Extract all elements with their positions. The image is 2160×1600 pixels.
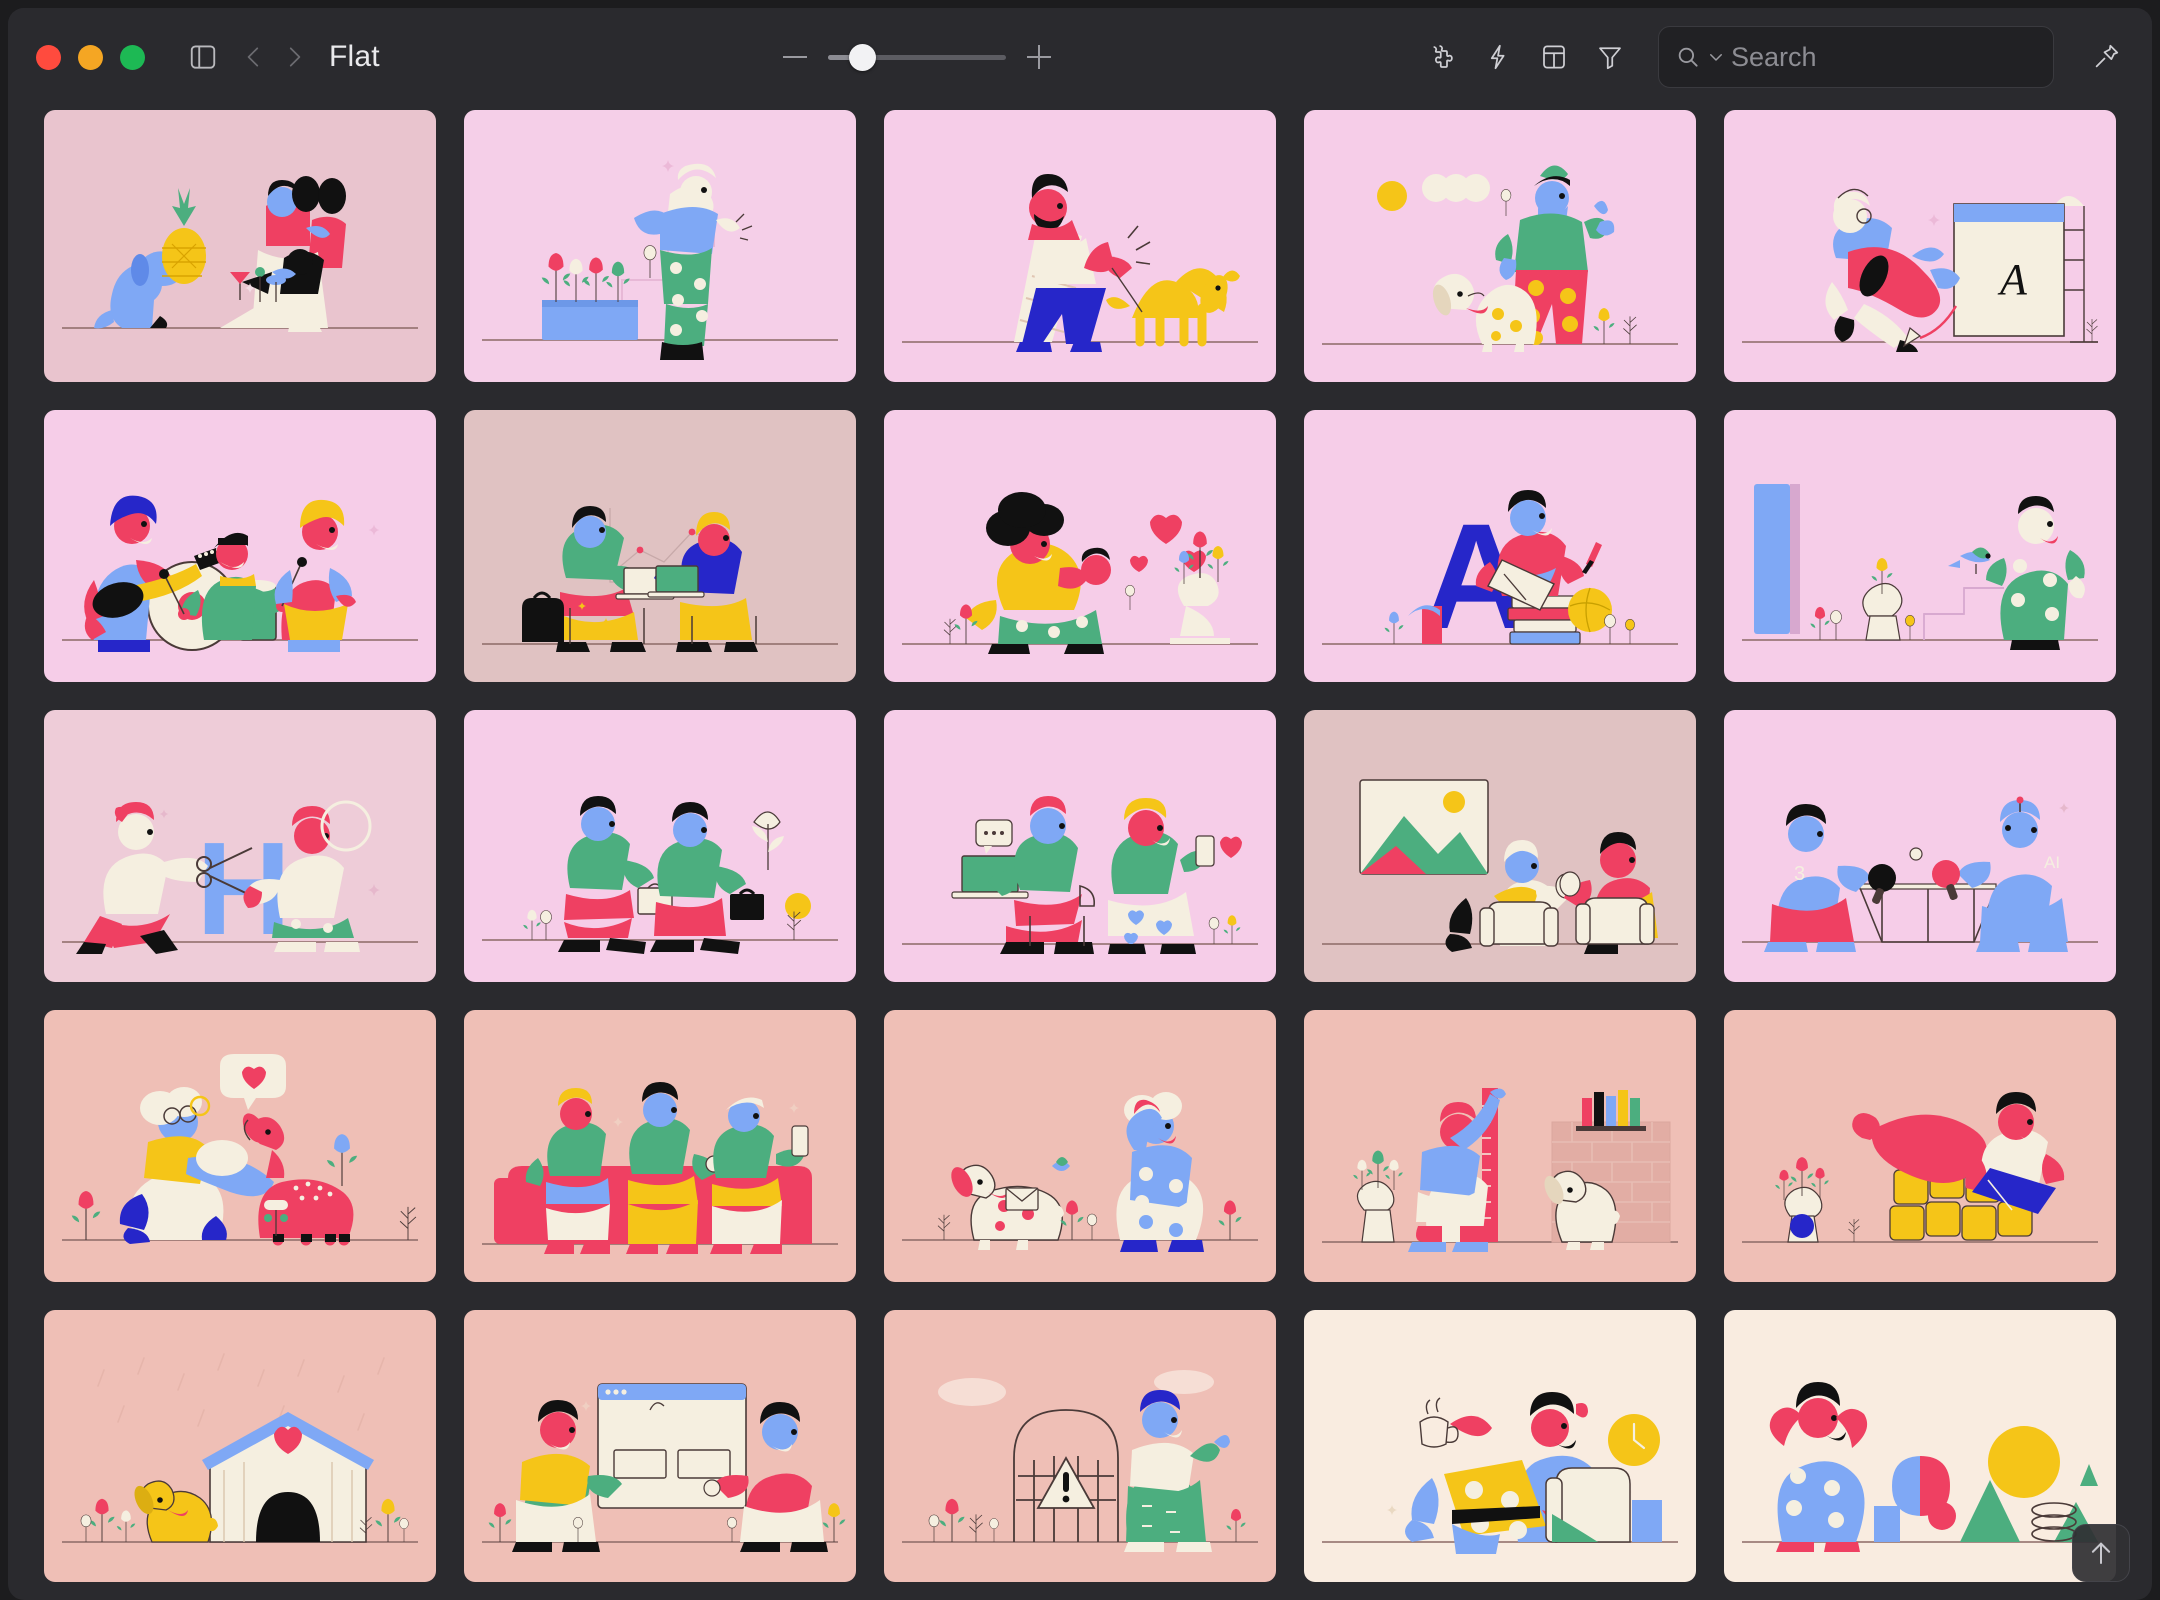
illustration: 3 AI <box>1724 710 2116 982</box>
navigation-arrows <box>237 37 311 77</box>
thumbnail-card[interactable] <box>44 1310 436 1582</box>
scroll-to-top-button[interactable] <box>2072 1524 2130 1582</box>
illustration <box>464 1310 856 1582</box>
pin-icon[interactable] <box>2084 35 2128 79</box>
titlebar: Flat <box>8 8 2152 106</box>
illustration <box>464 410 856 682</box>
thumbnail-card[interactable] <box>884 110 1276 382</box>
thumbnail-card[interactable]: A <box>1724 110 2116 382</box>
illustration <box>1304 1010 1696 1282</box>
illustration <box>44 110 436 382</box>
illustration <box>464 110 856 382</box>
sidebar-toggle-icon[interactable] <box>183 37 223 77</box>
thumbnail-card[interactable] <box>884 710 1276 982</box>
thumbnail-card[interactable] <box>464 710 856 982</box>
illustration: A <box>1724 110 2116 382</box>
svg-text:A: A <box>1997 255 2028 304</box>
thumbnail-card[interactable] <box>464 110 856 382</box>
illustration <box>464 710 856 982</box>
toolbar-right-group <box>1420 26 2128 88</box>
minimize-button[interactable] <box>78 44 103 70</box>
search-input[interactable] <box>1731 41 2085 73</box>
thumbnail-card[interactable] <box>464 1010 856 1282</box>
thumbnail-card[interactable] <box>1724 1310 2116 1582</box>
thumbnail-card[interactable] <box>884 1310 1276 1582</box>
search-scope-chevron-down-icon[interactable] <box>1707 48 1725 66</box>
illustration <box>884 1010 1276 1282</box>
illustration <box>884 710 1276 982</box>
illustration <box>1304 1310 1696 1582</box>
thumbnail-card[interactable] <box>884 410 1276 682</box>
illustration <box>1304 110 1696 382</box>
svg-text:3: 3 <box>1794 863 1805 885</box>
illustration <box>464 1010 856 1282</box>
lightning-icon[interactable] <box>1476 35 1520 79</box>
thumbnail-card[interactable] <box>884 1010 1276 1282</box>
illustration <box>44 1010 436 1282</box>
traffic-light-group <box>36 44 145 70</box>
thumbnail-card[interactable]: A <box>1304 410 1696 682</box>
thumbnail-card[interactable]: H <box>44 710 436 982</box>
illustration <box>44 410 436 682</box>
search-icon <box>1675 44 1701 70</box>
thumbnail-card[interactable] <box>44 410 436 682</box>
thumbnail-card[interactable] <box>1304 1310 1696 1582</box>
filter-icon[interactable] <box>1588 35 1632 79</box>
thumbnail-card[interactable] <box>1724 410 2116 682</box>
thumbnail-card[interactable] <box>44 1010 436 1282</box>
gallery-scroll-area[interactable]: A A H 3 AI <box>8 106 2152 1600</box>
illustration <box>44 1310 436 1582</box>
zoom-in-button[interactable] <box>1022 40 1056 74</box>
zoom-out-button[interactable] <box>778 40 812 74</box>
svg-text:AI: AI <box>2044 853 2060 872</box>
thumbnail-card[interactable] <box>464 410 856 682</box>
thumbnail-card[interactable] <box>1304 710 1696 982</box>
illustration <box>884 110 1276 382</box>
thumbnail-card[interactable] <box>44 110 436 382</box>
thumbnail-card[interactable] <box>1724 1010 2116 1282</box>
window-title: Flat <box>329 40 380 73</box>
search-box[interactable] <box>1658 26 2085 88</box>
maximize-button[interactable] <box>120 44 145 70</box>
illustration <box>1724 1310 2116 1582</box>
thumbnail-card[interactable] <box>464 1310 856 1582</box>
zoom-control <box>778 40 1056 74</box>
layout-icon[interactable] <box>1532 35 1576 79</box>
thumbnail-card[interactable] <box>1304 1010 1696 1282</box>
thumbnail-card[interactable]: 3 AI <box>1724 710 2116 982</box>
app-window: Flat Search A A H 3 AI <box>8 8 2152 1600</box>
illustration <box>1724 1010 2116 1282</box>
zoom-slider-knob[interactable] <box>849 44 877 71</box>
zoom-slider[interactable] <box>828 40 1006 74</box>
thumbnail-grid: A A H 3 AI <box>38 110 2122 1582</box>
forward-button[interactable] <box>277 37 311 77</box>
thumbnail-card[interactable] <box>1304 110 1696 382</box>
illustration: H <box>44 710 436 982</box>
illustration <box>884 1310 1276 1582</box>
close-button[interactable] <box>36 44 61 70</box>
illustration <box>1304 710 1696 982</box>
puzzle-icon[interactable] <box>1420 35 1464 79</box>
illustration <box>884 410 1276 682</box>
illustration: A <box>1304 410 1696 682</box>
back-button[interactable] <box>237 37 271 77</box>
illustration <box>1724 410 2116 682</box>
